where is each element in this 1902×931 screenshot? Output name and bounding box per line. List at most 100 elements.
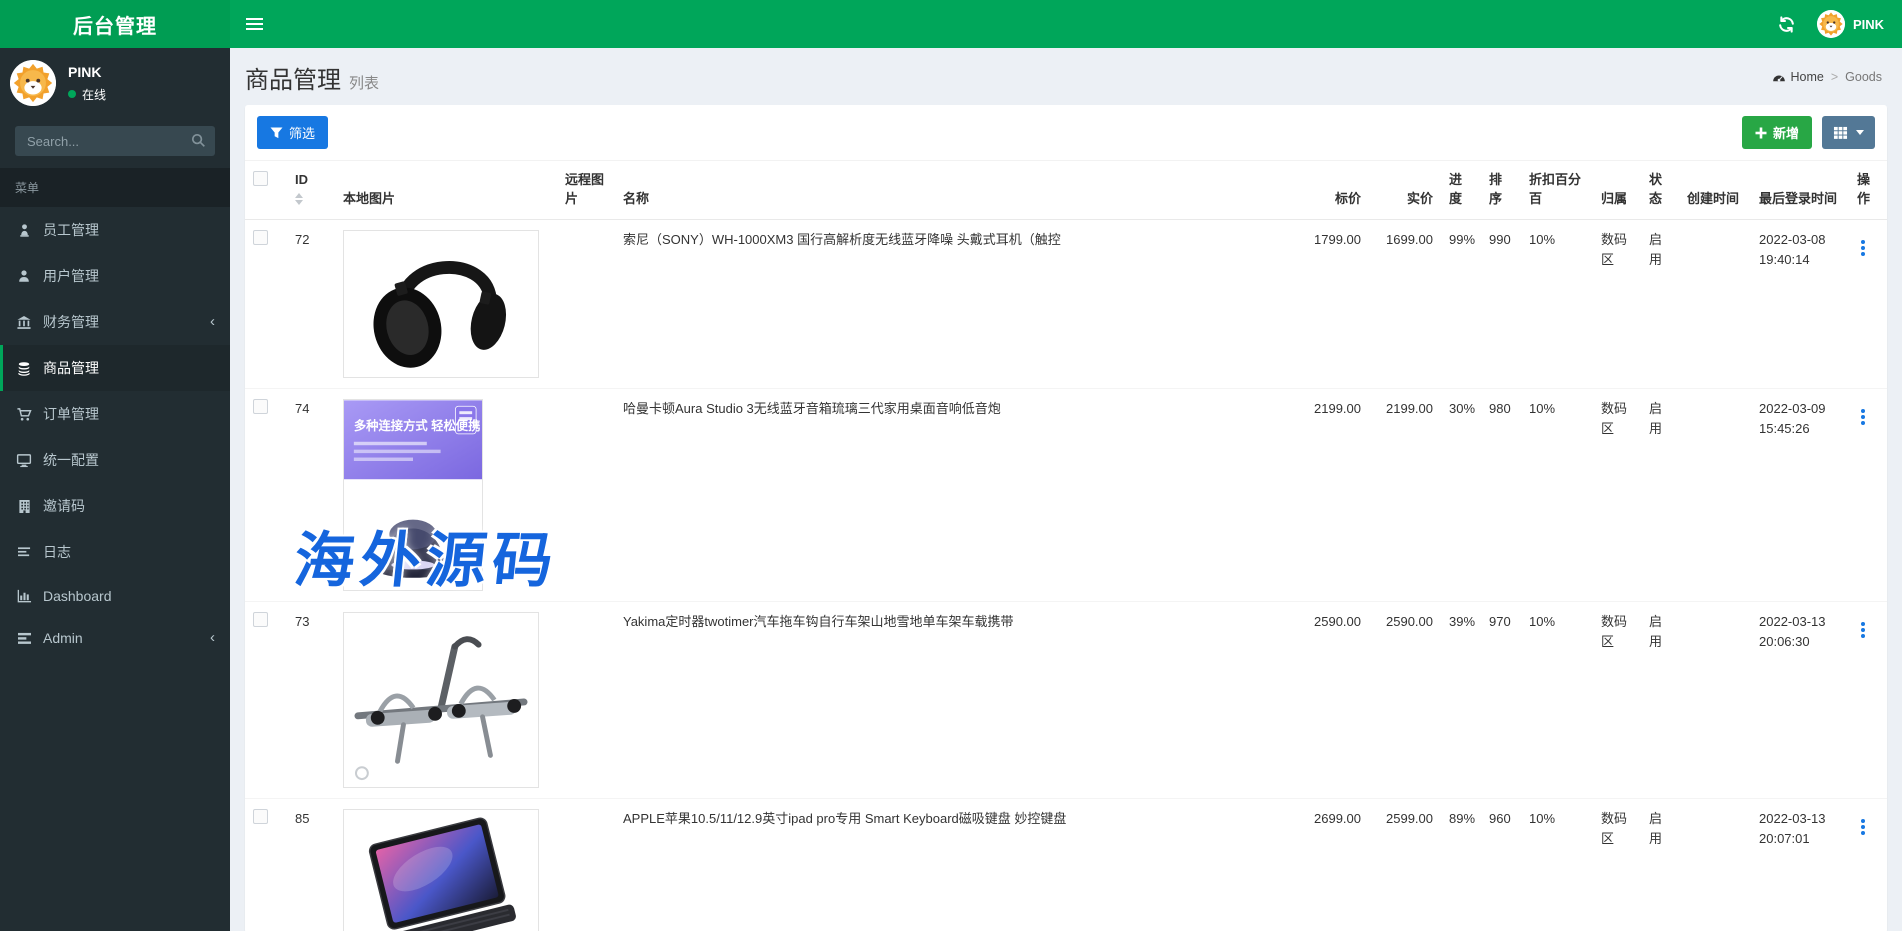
navbar-body: PINK <box>230 0 1902 48</box>
sidebar-item-label: 邀请码 <box>43 496 85 516</box>
col-header-category: 归属 <box>1593 161 1641 220</box>
col-header-progress: 进度 <box>1441 161 1481 220</box>
sidebar: PINK 在线 菜单 员工管理 用户管理 <box>0 48 230 931</box>
cell-discount: 10% <box>1521 601 1593 798</box>
cell-created <box>1679 388 1751 601</box>
cell-last-login: 2022-03-08 19:40:14 <box>1751 219 1849 388</box>
cell-created <box>1679 219 1751 388</box>
table-row: 74 多种连接方式 轻松便携 <box>245 388 1887 601</box>
sidebar-item-admin[interactable]: Admin ‹ <box>0 617 230 659</box>
sidebar-toggle-button[interactable] <box>230 0 278 48</box>
cell-sort: 960 <box>1481 798 1521 931</box>
sort-icon[interactable] <box>295 193 303 205</box>
row-actions-button[interactable] <box>1857 817 1869 837</box>
row-actions-button[interactable] <box>1857 407 1869 427</box>
sidebar-item-label: 订单管理 <box>43 404 99 424</box>
cell-category: 数码区 <box>1593 798 1641 931</box>
app-logo[interactable]: 后台管理 <box>0 0 230 48</box>
chevron-left-icon: ‹ <box>210 317 215 327</box>
col-header-discount: 折扣百分百 <box>1521 161 1593 220</box>
sidebar-item-label: 统一配置 <box>43 450 99 470</box>
table-row: 73 <box>245 601 1887 798</box>
sidebar-menu: 员工管理 用户管理 财务管理 ‹ 商品管理 订单管理 <box>0 207 230 659</box>
cell-real-price: 2599.00 <box>1369 798 1441 931</box>
navbar-user-menu[interactable]: PINK <box>1809 0 1902 48</box>
product-image-headphones[interactable] <box>343 230 539 378</box>
cell-created <box>1679 601 1751 798</box>
lion-avatar-icon <box>1817 10 1845 38</box>
cell-list-price: 2199.00 <box>1291 388 1369 601</box>
table-toolbar: 筛选 新增 <box>245 105 1887 160</box>
svg-text:多种连接方式 轻松便携: 多种连接方式 轻松便携 <box>354 418 481 433</box>
cell-id: 85 <box>287 798 335 931</box>
cell-real-price: 2199.00 <box>1369 388 1441 601</box>
sidebar-item-invite-codes[interactable]: 邀请码 <box>0 483 230 529</box>
table-row: 72 索尼（SONY）WH-1000XM3 国行高解 <box>245 219 1887 388</box>
row-checkbox[interactable] <box>253 809 268 824</box>
search-icon[interactable] <box>191 133 206 148</box>
sidebar-item-label: 员工管理 <box>43 220 99 240</box>
search-input[interactable] <box>15 126 215 156</box>
cell-remote-image <box>557 388 615 601</box>
cell-name: Yakima定时器twotimer汽车拖车钩自行车架山地雪地单车架车载携带 <box>615 601 1291 798</box>
col-header-actions: 操作 <box>1849 161 1887 220</box>
col-header-sort: 排序 <box>1481 161 1521 220</box>
cell-discount: 10% <box>1521 219 1593 388</box>
sidebar-item-dashboard[interactable]: Dashboard <box>0 575 230 617</box>
product-image-bike-rack[interactable] <box>343 612 539 788</box>
columns-dropdown-button[interactable] <box>1822 116 1875 149</box>
refresh-icon <box>1777 15 1796 34</box>
refresh-button[interactable] <box>1765 0 1809 48</box>
row-actions-button[interactable] <box>1857 238 1869 258</box>
col-header-last-login: 最后登录时间 <box>1751 161 1849 220</box>
sidebar-item-finance[interactable]: 财务管理 ‹ <box>0 299 230 345</box>
cell-real-price: 2590.00 <box>1369 601 1441 798</box>
hamburger-icon <box>246 18 263 30</box>
add-button[interactable]: 新增 <box>1742 116 1812 149</box>
cell-progress: 89% <box>1441 798 1481 931</box>
breadcrumb: Home > Goods <box>1772 70 1883 84</box>
main-content: 商品管理列表 Home > Goods 筛选 新增 <box>230 48 1902 931</box>
col-header-name: 名称 <box>615 161 1291 220</box>
table-row: 85 <box>245 798 1887 931</box>
product-image-ipad-keyboard[interactable] <box>343 809 539 931</box>
cell-progress: 39% <box>1441 601 1481 798</box>
list-icon <box>15 632 33 645</box>
sidebar-user-panel: PINK 在线 <box>0 48 230 118</box>
cell-progress: 99% <box>1441 219 1481 388</box>
row-actions-button[interactable] <box>1857 620 1869 640</box>
cell-id: 74 <box>287 388 335 601</box>
log-lines-icon <box>15 546 33 559</box>
cell-discount: 10% <box>1521 798 1593 931</box>
product-image-speaker[interactable]: 多种连接方式 轻松便携 <box>343 399 483 591</box>
row-checkbox[interactable] <box>253 230 268 245</box>
row-checkbox[interactable] <box>253 612 268 627</box>
sidebar-item-config[interactable]: 统一配置 <box>0 437 230 483</box>
table-header-row: ID 本地图片 远程图片 名称 标价 实价 进度 排序 折扣百分百 归属 状态 … <box>245 161 1887 220</box>
menu-section-header: 菜单 <box>0 168 230 207</box>
avatar[interactable] <box>10 60 56 106</box>
select-all-checkbox[interactable] <box>253 171 268 186</box>
col-header-id[interactable]: ID <box>287 161 335 220</box>
sidebar-item-users[interactable]: 用户管理 <box>0 253 230 299</box>
sidebar-item-goods[interactable]: 商品管理 <box>0 345 230 391</box>
breadcrumb-home-label: Home <box>1791 70 1824 84</box>
cell-status: 启用 <box>1641 388 1679 601</box>
page-subtitle: 列表 <box>349 75 379 92</box>
cart-icon <box>15 407 33 422</box>
cell-sort: 970 <box>1481 601 1521 798</box>
sidebar-search <box>15 126 215 156</box>
sidebar-item-employees[interactable]: 员工管理 <box>0 207 230 253</box>
breadcrumb-home-link[interactable]: Home <box>1772 70 1824 84</box>
add-button-label: 新增 <box>1773 123 1799 142</box>
cell-remote-image <box>557 601 615 798</box>
row-checkbox[interactable] <box>253 399 268 414</box>
col-header-id-label: ID <box>295 171 327 190</box>
col-header-real-price: 实价 <box>1369 161 1441 220</box>
sidebar-item-logs[interactable]: 日志 <box>0 529 230 575</box>
sidebar-item-label: 商品管理 <box>43 358 99 378</box>
filter-button[interactable]: 筛选 <box>257 116 328 149</box>
sidebar-item-label: 日志 <box>43 542 71 562</box>
cell-discount: 10% <box>1521 388 1593 601</box>
sidebar-item-orders[interactable]: 订单管理 <box>0 391 230 437</box>
